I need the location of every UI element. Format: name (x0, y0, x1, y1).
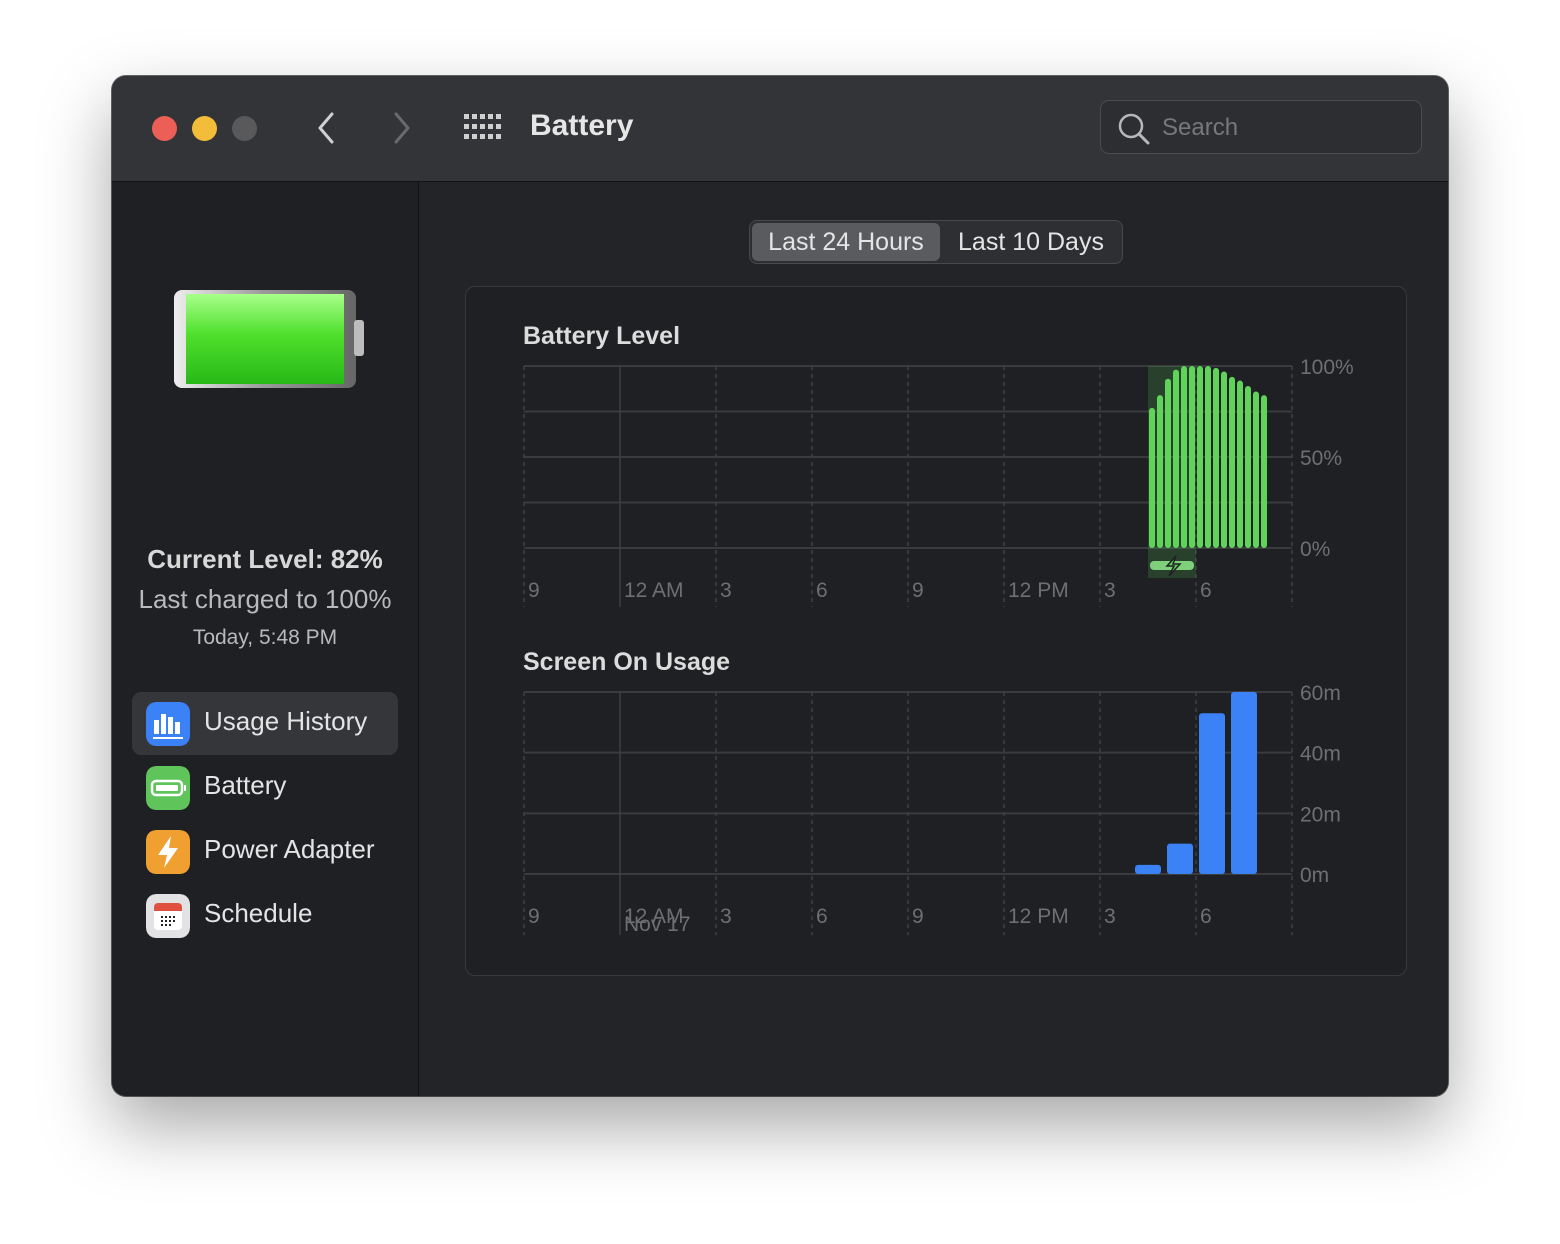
sidebar-item-label: Usage History (204, 706, 368, 736)
grid-icon[interactable] (464, 114, 502, 142)
battery-level-bar (1165, 378, 1171, 548)
charged-time: Today, 5:48 PM (192, 626, 338, 649)
x-tick-label: 6 (816, 579, 828, 602)
screen-usage-bar (1167, 843, 1193, 874)
last-charged: Last charged to 100% (138, 584, 392, 614)
window: Battery Search Current Level: 82% Last c… (112, 76, 1448, 1096)
battery-level-bar (1173, 369, 1179, 548)
sidebar-item-schedule[interactable]: Schedule (132, 884, 398, 947)
x-tick-label: 3 (1104, 905, 1116, 928)
x-date-label: Nov 17 (624, 913, 691, 936)
charts-panel: Battery Level Screen On Usage 100% 50% 0% 9… (465, 286, 1407, 976)
lightning-icon (146, 830, 190, 874)
time-range-segmented-control: Last 24 Hours Last 10 Days (749, 220, 1123, 264)
bar-chart-icon (146, 702, 190, 746)
y-tick-label: 0m (1300, 864, 1329, 887)
tab-last-10-days[interactable]: Last 10 Days (942, 223, 1120, 261)
battery-level-bar (1261, 395, 1267, 548)
charts-canvas: 100% 50% 0% 9 12 AM 3 6 9 12 PM 3 6 60m 40m 20m 0m 9 12 … (523, 356, 1354, 936)
sidebar-item-label: Power Adapter (204, 834, 375, 864)
forward-chevron-icon[interactable] (386, 110, 416, 146)
x-tick-label: 3 (1104, 579, 1116, 602)
search-input[interactable]: Search (1100, 100, 1422, 154)
battery-level-bar (1213, 367, 1219, 548)
x-tick-label: 9 (912, 905, 924, 928)
x-tick-label: 6 (816, 905, 828, 928)
battery-level-bar (1245, 386, 1251, 548)
screen-usage-bar (1199, 713, 1225, 874)
tab-last-24-hours[interactable]: Last 24 Hours (752, 223, 940, 261)
x-tick-label: 9 (912, 579, 924, 602)
close-button[interactable] (152, 116, 177, 141)
sidebar-item-usage-history[interactable]: Usage History (132, 692, 398, 755)
back-chevron-icon[interactable] (312, 110, 342, 146)
screen-usage-bar (1135, 864, 1161, 874)
battery-level-bar (1221, 371, 1227, 548)
battery-level-bar (1157, 395, 1163, 548)
screen-usage-bar (1231, 692, 1257, 874)
battery-level-bar (1149, 407, 1155, 548)
sidebar-item-power-adapter[interactable]: Power Adapter (132, 820, 398, 883)
y-tick-label: 60m (1300, 682, 1341, 705)
x-tick-label: 12 AM (624, 579, 684, 602)
x-tick-label: 3 (720, 579, 732, 602)
battery-level-bar (1229, 376, 1235, 548)
x-tick-label: 9 (528, 579, 540, 602)
y-tick-label: 20m (1300, 803, 1341, 826)
x-tick-label: 3 (720, 905, 732, 928)
search-placeholder: Search (1162, 114, 1239, 141)
sidebar-item-battery[interactable]: Battery (132, 756, 398, 819)
battery-large-icon (174, 290, 364, 388)
battery-level-bar (1197, 366, 1203, 548)
window-title: Battery (530, 109, 634, 142)
x-tick-label: 9 (528, 905, 540, 928)
calendar-icon (146, 894, 190, 938)
title-bar: Battery Search (112, 76, 1448, 182)
battery-level-bar (1189, 366, 1195, 548)
search-icon (1118, 113, 1150, 145)
y-tick-label: 100% (1300, 356, 1354, 379)
current-level: Current Level: 82% (147, 544, 383, 574)
sidebar-item-label: Battery (204, 770, 287, 800)
battery-level-bar (1181, 366, 1187, 548)
battery-level-bar (1237, 380, 1243, 548)
battery-level-bar (1253, 391, 1259, 548)
sidebar-item-label: Schedule (204, 898, 313, 928)
x-tick-label: 12 PM (1008, 579, 1069, 602)
y-tick-label: 40m (1300, 743, 1341, 766)
charging-period-highlight (1148, 366, 1196, 578)
x-tick-label: 12 PM (1008, 905, 1069, 928)
battery-level-bar (1205, 366, 1211, 548)
main-content: Last 24 Hours Last 10 Days Battery Level… (419, 182, 1448, 1096)
x-tick-label: 6 (1200, 579, 1212, 602)
battery-icon (146, 766, 190, 810)
x-tick-label: 6 (1200, 905, 1212, 928)
minimize-button[interactable] (192, 116, 217, 141)
y-tick-label: 0% (1300, 538, 1330, 561)
sidebar: Current Level: 82% Last charged to 100% … (112, 182, 419, 1096)
y-tick-label: 50% (1300, 447, 1342, 470)
zoom-button[interactable] (232, 116, 257, 141)
